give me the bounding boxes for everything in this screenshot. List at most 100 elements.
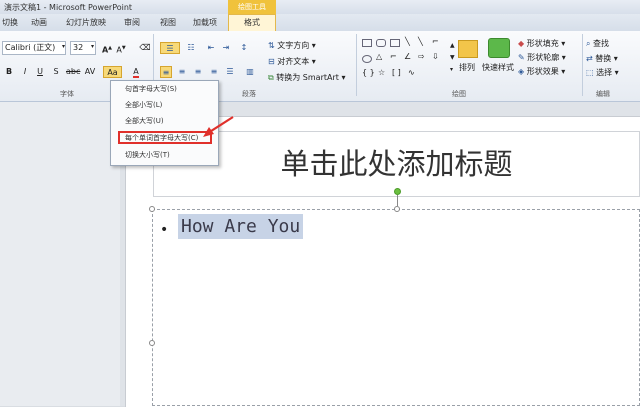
change-case-button[interactable]: Aa [103,66,122,78]
font-size-dropdown-icon[interactable]: ▾ [91,43,94,50]
text-direction-label: 文字方向 ▾ [277,41,316,50]
select-label: 选择 ▾ [596,68,619,77]
grow-font-icon[interactable]: A▲ [101,42,113,55]
line-shape-icon[interactable]: ⌐ [432,37,439,46]
replace-button[interactable]: ⇄ 替换 ▾ [586,53,618,64]
rectangle-shape-icon[interactable] [362,39,372,47]
font-group-label: 字体 [60,90,74,98]
resize-handle[interactable] [149,206,155,212]
tab-transitions[interactable]: 切换 [2,17,18,28]
curve-shape-icon[interactable]: ∿ [408,68,415,77]
triangle-shape-icon[interactable]: △ [376,52,382,61]
tab-slideshow[interactable]: 幻灯片放映 [66,17,106,28]
line-shape-icon[interactable]: ╲ [418,37,423,46]
bracket-shape-icon[interactable]: [ ] [392,68,401,77]
decrease-indent-icon[interactable]: ⇤ [205,42,217,54]
polyline-shape-icon[interactable]: ⌐ [390,52,397,61]
underline-icon[interactable]: U [34,66,46,78]
font-name-dropdown-icon[interactable]: ▾ [62,43,65,50]
menu-item-lowercase[interactable]: 全部小写(L) [125,100,162,110]
arrow-shape-icon[interactable]: ⇨ [418,52,425,61]
bullet-point: • [160,222,169,238]
shape-outline-button[interactable]: ✎ 形状轮廓 ▾ [518,52,566,63]
shape-outline-label: 形状轮廓 ▾ [527,53,566,62]
shape-fill-label: 形状填充 ▾ [526,39,566,48]
arrange-icon[interactable] [458,40,478,58]
replace-label: 替换 ▾ [595,54,618,63]
gallery-scroll-up-icon[interactable]: ▲ [450,42,455,49]
shape-effects-label: 形状效果 ▾ [526,67,566,76]
text-direction-button[interactable]: ⇅ 文字方向 ▾ [268,40,316,51]
star-shape-icon[interactable]: ☆ [378,68,385,77]
resize-handle[interactable] [149,340,155,346]
rounded-rect-shape-icon[interactable] [376,39,386,47]
resize-handle[interactable] [394,206,400,212]
distributed-icon[interactable]: ☰ [224,66,236,78]
tab-animations[interactable]: 动画 [31,17,47,28]
shrink-font-icon[interactable]: A▼ [115,42,127,55]
bold-icon[interactable]: B [3,66,15,78]
numbering-icon[interactable]: ☷ [185,42,197,54]
shape-effects-button[interactable]: ◈ 形状效果 ▾ [518,66,565,77]
title-bar: 演示文稿1 - Microsoft PowerPoint [0,0,640,14]
quick-styles-icon[interactable] [488,38,510,58]
align-left-icon[interactable]: ≡ [160,66,172,78]
menu-item-toggle-case[interactable]: 切换大小写(T) [125,150,170,160]
select-icon: ⬚ [586,68,594,77]
line-spacing-icon[interactable]: ↕ [238,42,250,54]
font-color-icon[interactable]: A [130,66,142,78]
ribbon-tabs: 切换 动画 幻灯片放映 审阅 视图 加载项 [0,14,640,32]
align-center-icon[interactable]: ≡ [176,66,188,78]
justify-icon[interactable]: ≡ [208,66,220,78]
strikethrough-icon[interactable]: abc [66,66,80,78]
smartart-icon: ⧉ [268,73,274,82]
shadow-icon[interactable]: S [50,66,62,78]
arrange-button[interactable]: 排列 [459,62,475,73]
font-name-value: Calibri (正文) [5,43,56,52]
tab-view[interactable]: 视图 [160,17,176,28]
angle-shape-icon[interactable]: ∠ [404,52,411,61]
convert-smartart-button[interactable]: ⧉ 转换为 SmartArt ▾ [268,72,345,83]
paragraph-group-label: 段落 [242,90,256,98]
find-label: 查找 [593,39,610,48]
tab-review[interactable]: 审阅 [124,17,140,28]
editing-group-label: 编辑 [596,90,610,98]
gallery-scroll-down-icon[interactable]: ▼ [450,54,455,61]
shape-outline-icon: ✎ [518,53,525,62]
selected-body-text[interactable]: How Are You [178,214,304,239]
window-title: 演示文稿1 - Microsoft PowerPoint [4,3,133,12]
textbox-shape-icon[interactable] [390,39,400,47]
align-text-button[interactable]: ⊟ 对齐文本 ▾ [268,56,316,67]
quick-styles-button[interactable]: 快速样式 [482,62,514,73]
brace-shape-icon[interactable]: { } [362,68,375,77]
clear-formatting-icon[interactable]: ⌫ [139,42,151,54]
highlight-box [118,131,212,144]
rotation-handle[interactable] [394,188,401,195]
drawing-group-label: 绘图 [452,90,466,98]
align-text-icon: ⊟ [268,57,275,66]
character-spacing-icon[interactable]: AV [84,66,96,78]
bullets-icon[interactable]: ☰ [160,42,180,54]
select-button[interactable]: ⬚ 选择 ▾ [586,67,619,78]
align-right-icon[interactable]: ≡ [192,66,204,78]
columns-icon[interactable]: ▥ [244,66,256,78]
oval-shape-icon[interactable] [362,55,372,63]
increase-indent-icon[interactable]: ⇥ [220,42,232,54]
font-size-value: 32 [73,43,84,52]
menu-item-uppercase[interactable]: 全部大写(U) [125,116,164,126]
slide-thumbnail-pane [0,102,120,406]
menu-item-sentence-case[interactable]: 句首字母大写(S) [125,84,177,94]
find-icon: ⌕ [586,39,591,48]
rotation-handle-line [397,195,398,206]
font-name-box[interactable]: Calibri (正文) [2,41,66,55]
tab-format[interactable]: 格式 [228,14,276,31]
down-arrow-shape-icon[interactable]: ⇩ [432,52,439,61]
shape-fill-button[interactable]: ◆ 形状填充 ▾ [518,38,565,49]
shapes-gallery[interactable]: ╲ ╲ ⌐ △ ⌐ ∠ ⇨ ⇩ { } ☆ [ ] ∿ [360,37,452,85]
line-shape-icon[interactable]: ╲ [405,37,410,46]
context-tab-header: 绘图工具 [228,0,276,14]
tab-addins[interactable]: 加载项 [193,17,217,28]
find-button[interactable]: ⌕ 查找 [586,38,609,49]
gallery-more-icon[interactable]: ▾ [450,66,453,73]
italic-icon[interactable]: I [19,66,31,78]
